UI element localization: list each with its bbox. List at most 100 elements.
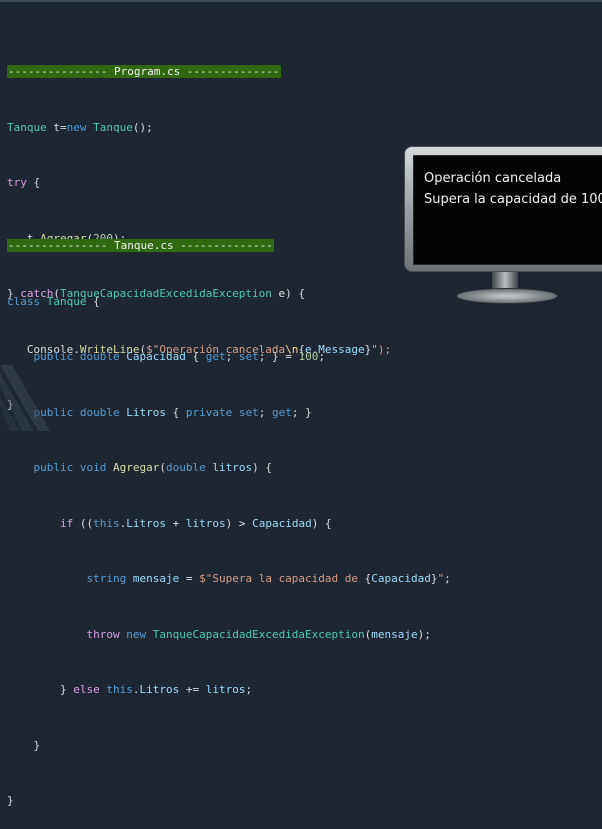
code-token: { (26, 176, 41, 189)
code-token: void (79, 461, 107, 474)
code-token: ; (245, 683, 253, 696)
code-token: ; (225, 350, 239, 363)
code-token: this (93, 516, 120, 530)
monitor-icon: Operación cancelada Supera la capacidad d… (404, 146, 602, 306)
code-token: } (430, 572, 438, 585)
code-token: set (238, 350, 259, 363)
code-token: ; } = (258, 350, 299, 363)
console-line-2: Supera la capacidad de 100 (424, 192, 602, 207)
code-token: new (66, 120, 87, 134)
code-token: public (33, 350, 74, 363)
code-token: litros (205, 683, 246, 696)
monitor-bezel: Operación cancelada Supera la capacidad d… (404, 146, 602, 272)
code-token: ( (159, 461, 166, 474)
code-token: Capacidad (371, 572, 431, 585)
code-token: double (165, 461, 206, 474)
code-token: ; (318, 350, 325, 363)
code-token: Tanque (93, 120, 133, 134)
top-divider (0, 0, 602, 2)
code-token: ); (417, 627, 431, 641)
code-token: } (7, 738, 41, 752)
code-token: 100 (298, 350, 319, 363)
code-token: { (166, 405, 186, 419)
code-token: this (106, 683, 133, 696)
code-token: ; } (291, 405, 312, 419)
program-file-header: --------------- Program.cs -------------… (7, 65, 281, 78)
code-token: ; (258, 405, 272, 419)
code-token: private (185, 405, 233, 419)
code-token: + (165, 516, 186, 530)
code-token: . (119, 516, 127, 530)
code-token: Litros (139, 683, 180, 696)
code-token: double (79, 405, 120, 419)
code-token: ; (444, 572, 451, 585)
code-token: ( (364, 627, 372, 641)
tanque-code-block: --------------- Tanque.cs --------------… (7, 200, 451, 829)
code-line: Tanque t=new Tanque(); (7, 119, 391, 138)
code-token: public (33, 461, 74, 474)
code-line: } else this.Litros += litros; (7, 681, 451, 700)
code-token: += (179, 683, 206, 696)
code-token: set (238, 405, 259, 419)
code-token: Tanque (46, 294, 87, 308)
code-token: Agregar (113, 461, 160, 474)
code-token: litros (212, 461, 253, 474)
code-line: class Tanque { (7, 293, 451, 312)
code-token: Capacidad (252, 516, 312, 530)
code-token: { (86, 294, 100, 308)
console-line-1: Operación cancelada (424, 171, 562, 186)
code-token: mensaje (132, 572, 180, 585)
code-token: try (7, 176, 27, 189)
code-token: mensaje (371, 627, 418, 641)
code-line: public double Litros { private set; get;… (7, 404, 451, 423)
code-token: Litros (126, 516, 166, 530)
code-token: double (79, 350, 120, 363)
code-token: ) > (225, 516, 253, 530)
code-token: Capacidad (126, 350, 186, 363)
code-token: new (126, 627, 147, 641)
code-token: (); (132, 120, 153, 134)
code-token: (( (73, 516, 94, 530)
console-output: Operación cancelada Supera la capacidad d… (424, 168, 602, 210)
code-line: } (7, 737, 451, 756)
code-token: ) { (252, 461, 272, 474)
code-token: { (185, 350, 206, 363)
code-line: try { (7, 174, 391, 193)
code-line: --------------- Tanque.cs -------------- (7, 237, 451, 256)
code-token: = (179, 572, 200, 585)
code-token: throw (86, 627, 120, 641)
code-token: get (205, 350, 226, 363)
code-token: if (59, 516, 74, 530)
console-screen: Operación cancelada Supera la capacidad d… (413, 155, 602, 265)
stripes-decoration-icon (0, 365, 50, 431)
code-token: Litros (126, 405, 166, 419)
code-token: string (86, 572, 127, 585)
code-token: $"Supera la capacidad de (199, 572, 365, 585)
code-token: Tanque (7, 120, 47, 134)
code-token: ) { (311, 516, 332, 530)
code-line: string mensaje = $"Supera la capacidad d… (7, 570, 451, 589)
code-token: " (437, 572, 445, 585)
code-line: --------------- Program.cs -------------… (7, 63, 391, 82)
code-line: throw new TanqueCapacidadExcedidaExcepti… (7, 626, 451, 645)
code-line: public double Capacidad { get; set; } = … (7, 348, 451, 367)
code-token: } (59, 683, 74, 696)
code-token: t= (46, 120, 67, 134)
tanque-file-header: --------------- Tanque.cs -------------- (7, 239, 274, 252)
code-token: class (7, 294, 41, 308)
code-token: } (7, 794, 14, 807)
